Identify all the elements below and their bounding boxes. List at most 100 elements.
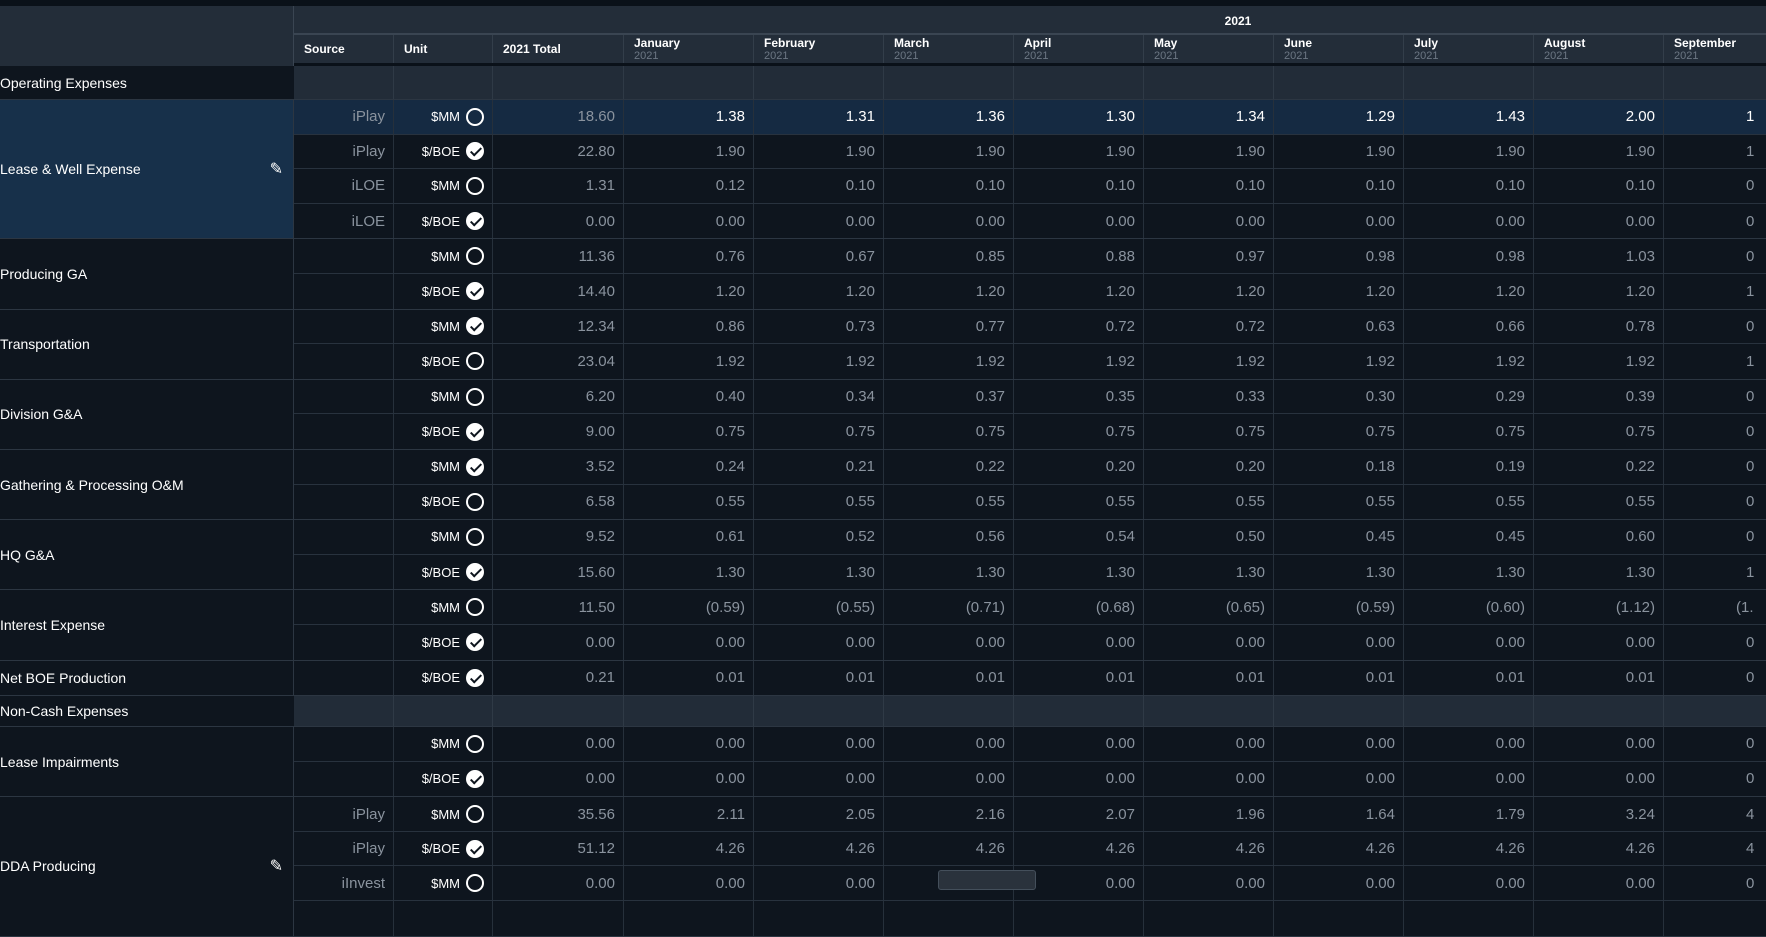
month-cell-september[interactable]: 0: [1664, 661, 1766, 696]
month-cell[interactable]: 0.10: [1404, 169, 1534, 203]
month-cell[interactable]: 0.29: [1404, 379, 1534, 414]
column-header-unit[interactable]: Unit: [394, 35, 493, 63]
month-cell[interactable]: 0.37: [884, 379, 1014, 414]
month-cell[interactable]: 0.01: [754, 660, 884, 696]
month-cell[interactable]: 0.00: [1144, 624, 1274, 660]
month-cell[interactable]: 0.00: [1144, 761, 1274, 797]
month-cell-september[interactable]: 0: [1664, 625, 1766, 660]
month-cell[interactable]: 0.77: [884, 309, 1014, 344]
month-cell[interactable]: 0.60: [1534, 520, 1664, 554]
month-cell[interactable]: 0.75: [1274, 414, 1404, 449]
radio-checked-icon[interactable]: [466, 668, 484, 687]
month-cell-september[interactable]: 0: [1664, 727, 1766, 761]
unit-cell[interactable]: $MM: [394, 727, 493, 761]
month-cell[interactable]: 1.96: [1144, 797, 1274, 831]
month-cell[interactable]: 0.00: [884, 624, 1014, 660]
column-header-source[interactable]: Source: [294, 35, 394, 63]
unit-cell[interactable]: $MM: [394, 100, 493, 134]
month-cell-september[interactable]: 0: [1664, 450, 1766, 484]
month-cell[interactable]: 0.01: [1404, 660, 1534, 696]
month-cell[interactable]: 0.00: [754, 727, 884, 761]
month-cell[interactable]: 0.75: [884, 414, 1014, 449]
radio-unchecked-icon[interactable]: [466, 598, 484, 617]
table-row[interactable]: $/BOE 0.00 0.00 0.00 0.00 0.00 0.00 0.00 0.00 0.0…: [294, 624, 1766, 660]
month-cell[interactable]: 0.35: [1014, 379, 1144, 414]
radio-checked-icon[interactable]: [466, 317, 484, 336]
month-cell[interactable]: 0.01: [624, 660, 754, 696]
table-row[interactable]: $/BOE 0.21 0.01 0.01 0.01 0.01 0.01 0.01 0.01 0.0…: [294, 660, 1766, 696]
row-group-label[interactable]: Transportation: [0, 309, 294, 379]
month-cell[interactable]: 0.75: [754, 414, 884, 449]
table-row[interactable]: $/BOE 0.00 0.00 0.00 0.00 0.00 0.00 0.00 0.00 0.0…: [294, 761, 1766, 797]
month-cell-september[interactable]: 4: [1664, 797, 1766, 831]
table-row[interactable]: iPlay $/BOE 51.12 4.26 4.26 4.26 4.26 4.26 4.26 4…: [294, 831, 1766, 867]
month-cell[interactable]: 0.55: [754, 484, 884, 520]
month-cell[interactable]: 0.20: [1014, 449, 1144, 484]
month-cell[interactable]: 0.00: [754, 624, 884, 660]
unit-cell[interactable]: $/BOE: [394, 624, 493, 660]
month-cell[interactable]: 1.30: [1274, 554, 1404, 590]
month-cell[interactable]: (0.65): [1144, 590, 1274, 624]
month-cell[interactable]: 0.52: [754, 520, 884, 554]
month-cell[interactable]: 1.03: [1534, 239, 1664, 273]
radio-checked-icon[interactable]: [466, 633, 484, 652]
month-cell[interactable]: 0.18: [1274, 449, 1404, 484]
row-group-label[interactable]: Lease & Well Expense ✎: [0, 100, 294, 239]
month-cell[interactable]: 0.00: [1534, 866, 1664, 901]
radio-unchecked-icon[interactable]: [466, 107, 484, 126]
month-cell[interactable]: 0.39: [1534, 379, 1664, 414]
radio-unchecked-icon[interactable]: [466, 352, 484, 371]
month-cell[interactable]: (0.59): [1274, 590, 1404, 624]
month-cell[interactable]: 0.10: [884, 169, 1014, 203]
row-group-label[interactable]: Gathering & Processing O&M: [0, 449, 294, 520]
radio-unchecked-icon[interactable]: [466, 387, 484, 406]
month-cell[interactable]: 1.92: [1274, 344, 1404, 379]
month-cell[interactable]: 4.26: [754, 831, 884, 866]
radio-checked-icon[interactable]: [466, 142, 484, 161]
radio-unchecked-icon[interactable]: [466, 527, 484, 546]
month-cell-september[interactable]: 1: [1664, 100, 1766, 134]
month-cell[interactable]: 0.01: [884, 660, 1014, 696]
month-cell[interactable]: 0.73: [754, 309, 884, 344]
month-cell-september[interactable]: 0: [1664, 169, 1766, 203]
month-cell[interactable]: 4.26: [1014, 831, 1144, 866]
unit-cell[interactable]: $MM: [394, 520, 493, 554]
month-cell[interactable]: 0.78: [1534, 309, 1664, 344]
month-cell-september[interactable]: 4: [1664, 832, 1766, 866]
month-cell[interactable]: 1.30: [884, 554, 1014, 590]
month-cell[interactable]: 0.00: [884, 761, 1014, 797]
month-cell[interactable]: 0.61: [624, 520, 754, 554]
row-group-label[interactable]: HQ G&A: [0, 520, 294, 590]
month-cell[interactable]: 0.00: [1014, 624, 1144, 660]
month-cell[interactable]: 0.24: [624, 449, 754, 484]
table-row[interactable]: iPlay $/BOE 22.80 1.90 1.90 1.90 1.90 1.90 1.90 1…: [294, 134, 1766, 170]
column-header-month[interactable]: March 2021: [884, 35, 1014, 63]
month-cell-september[interactable]: [1664, 901, 1766, 936]
unit-cell[interactable]: $MM: [394, 379, 493, 414]
month-cell[interactable]: 0.22: [1534, 449, 1664, 484]
month-cell[interactable]: 0.00: [624, 761, 754, 797]
table-row[interactable]: iPlay $MM 18.60 1.38 1.31 1.36 1.30 1.34 1.29 1.4…: [294, 100, 1766, 135]
month-cell[interactable]: 1.30: [1144, 554, 1274, 590]
month-cell[interactable]: 0.98: [1404, 239, 1534, 273]
month-cell-september[interactable]: (1.: [1664, 590, 1766, 624]
month-cell[interactable]: 0.88: [1014, 239, 1144, 273]
month-cell[interactable]: 0.00: [1144, 727, 1274, 761]
month-cell[interactable]: 1.90: [1144, 134, 1274, 169]
month-cell[interactable]: (0.59): [624, 590, 754, 624]
month-cell[interactable]: 1.79: [1404, 797, 1534, 831]
month-cell[interactable]: 0.20: [1144, 449, 1274, 484]
month-cell[interactable]: 0.55: [1274, 484, 1404, 520]
month-cell[interactable]: 0.75: [1014, 414, 1144, 449]
radio-unchecked-icon[interactable]: [466, 874, 484, 893]
unit-cell[interactable]: $MM: [394, 449, 493, 484]
unit-cell[interactable]: $/BOE: [394, 831, 493, 866]
month-cell[interactable]: 1.20: [1014, 273, 1144, 309]
month-cell[interactable]: 0.00: [1014, 727, 1144, 761]
radio-unchecked-icon[interactable]: [466, 734, 484, 753]
month-cell-september[interactable]: 0: [1664, 204, 1766, 239]
month-cell[interactable]: 0.55: [1014, 484, 1144, 520]
month-cell[interactable]: 0.00: [1534, 761, 1664, 797]
month-cell[interactable]: 0.66: [1404, 309, 1534, 344]
month-cell[interactable]: 2.16: [884, 797, 1014, 831]
